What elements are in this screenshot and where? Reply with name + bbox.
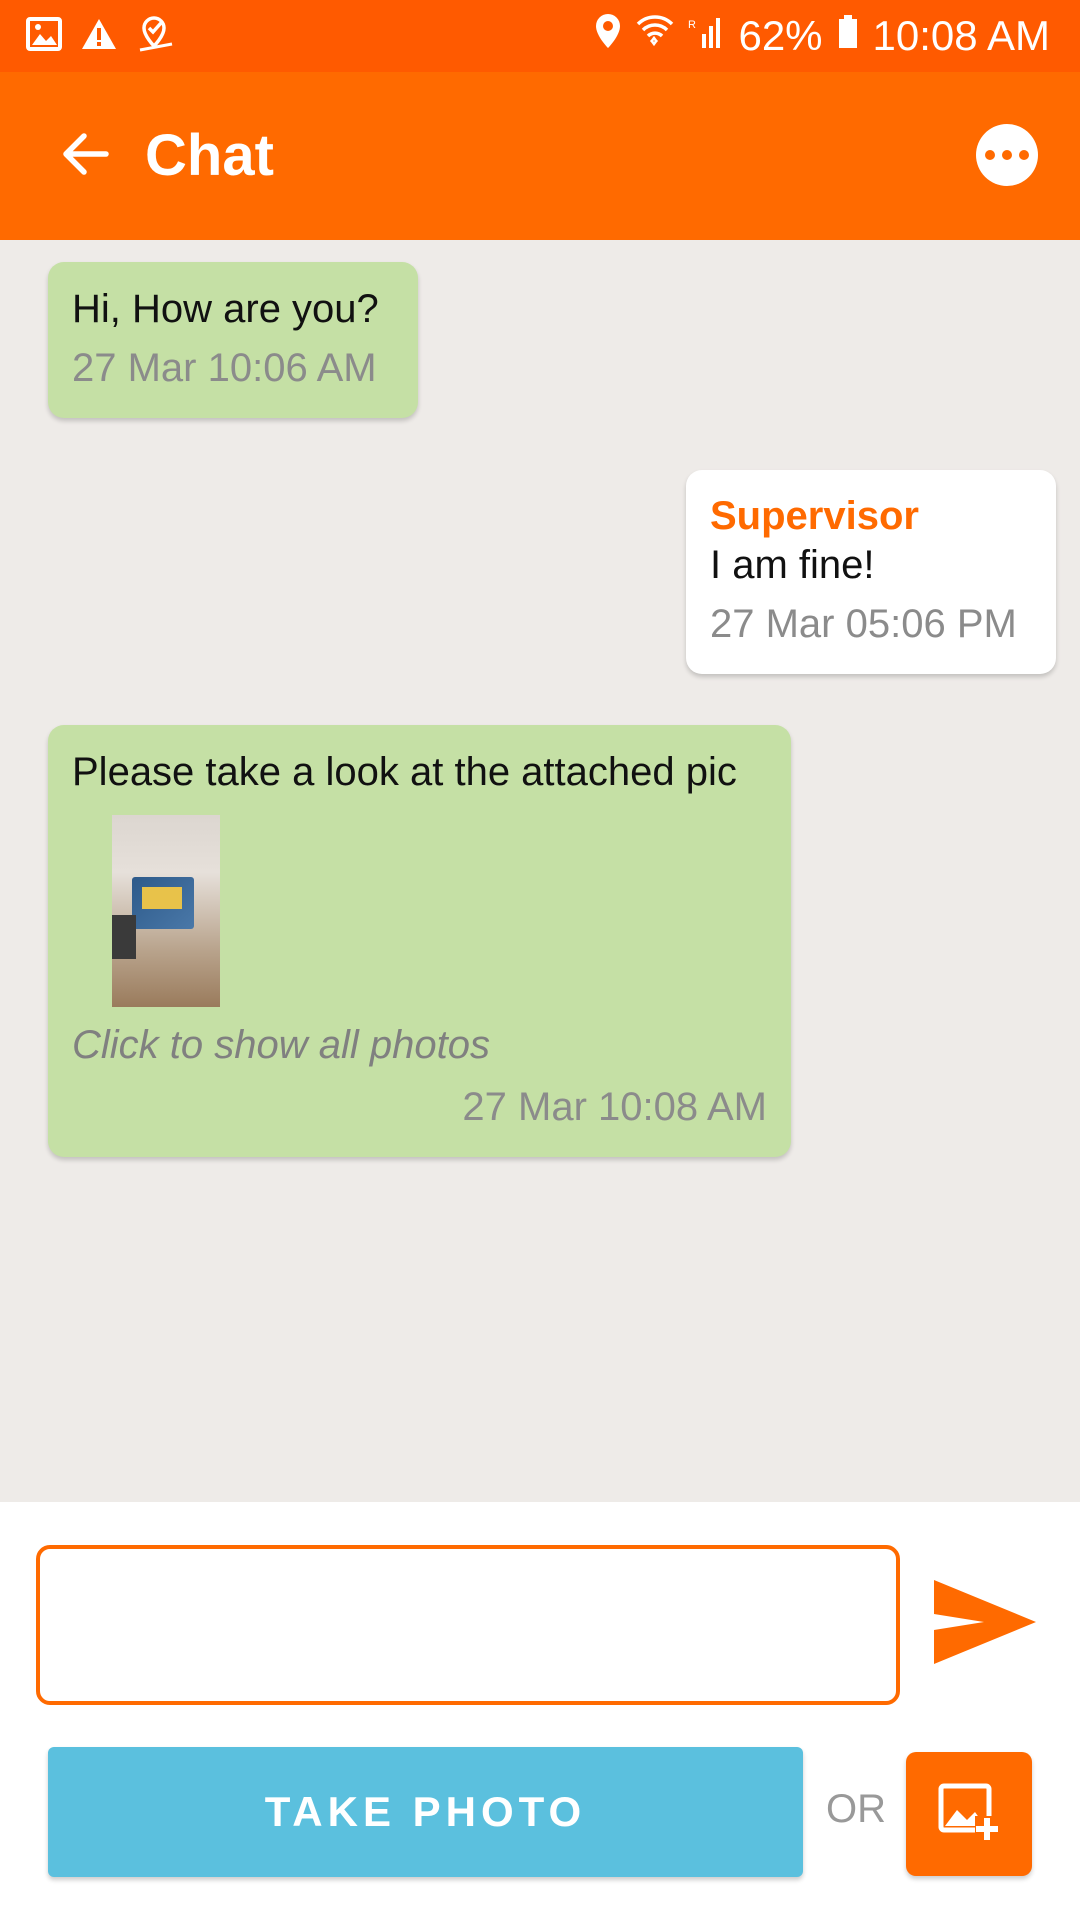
battery-percent: 62% — [738, 12, 823, 59]
more-options-icon[interactable] — [976, 124, 1038, 186]
message-sender: Supervisor — [710, 494, 919, 538]
message-timestamp: 27 Mar 10:06 AM — [72, 346, 377, 390]
warning-icon — [80, 17, 118, 56]
or-label: OR — [826, 1787, 886, 1831]
message-bubble-incoming: Hi, How are you? 27 Mar 10:06 AM — [48, 262, 418, 418]
back-arrow-icon[interactable] — [56, 124, 116, 184]
message-timestamp: 27 Mar 10:08 AM — [462, 1085, 767, 1129]
take-photo-button[interactable]: TAKE PHOTO — [48, 1747, 803, 1877]
attached-photo-thumbnail[interactable] — [112, 815, 220, 1007]
message-input[interactable] — [36, 1545, 900, 1705]
message-timestamp: 27 Mar 05:06 PM — [710, 602, 1017, 646]
message-bubble-incoming: Please take a look at the attached pic C… — [48, 725, 791, 1157]
message-text: Please take a look at the attached pic — [72, 750, 737, 794]
svg-text:R: R — [688, 19, 696, 31]
send-icon[interactable] — [930, 1572, 1040, 1672]
message-text: I am fine! — [710, 543, 875, 587]
image-icon — [26, 16, 62, 56]
clock: 10:08 AM — [872, 12, 1050, 59]
chat-messages[interactable]: Hi, How are you? 27 Mar 10:06 AM Supervi… — [0, 240, 1080, 1502]
location-check-icon — [136, 14, 176, 59]
signal-icon: R — [688, 12, 724, 60]
location-icon — [594, 12, 622, 60]
show-all-photos-link[interactable]: Click to show all photos — [72, 1017, 767, 1073]
add-photo-icon — [937, 1782, 1001, 1847]
app-bar: Chat — [0, 72, 1080, 240]
wifi-icon — [636, 12, 674, 60]
add-photo-button[interactable] — [906, 1752, 1032, 1876]
battery-icon — [837, 12, 859, 60]
message-bubble-outgoing: Supervisor I am fine! 27 Mar 05:06 PM — [686, 470, 1056, 674]
status-bar: R 62% 10:08 AM — [0, 0, 1080, 72]
system-indicators: R 62% 10:08 AM — [594, 10, 1050, 62]
message-text: Hi, How are you? — [72, 287, 379, 331]
page-title: Chat — [145, 123, 274, 188]
message-composer: TAKE PHOTO OR — [0, 1502, 1080, 1920]
notification-icons — [26, 12, 176, 60]
